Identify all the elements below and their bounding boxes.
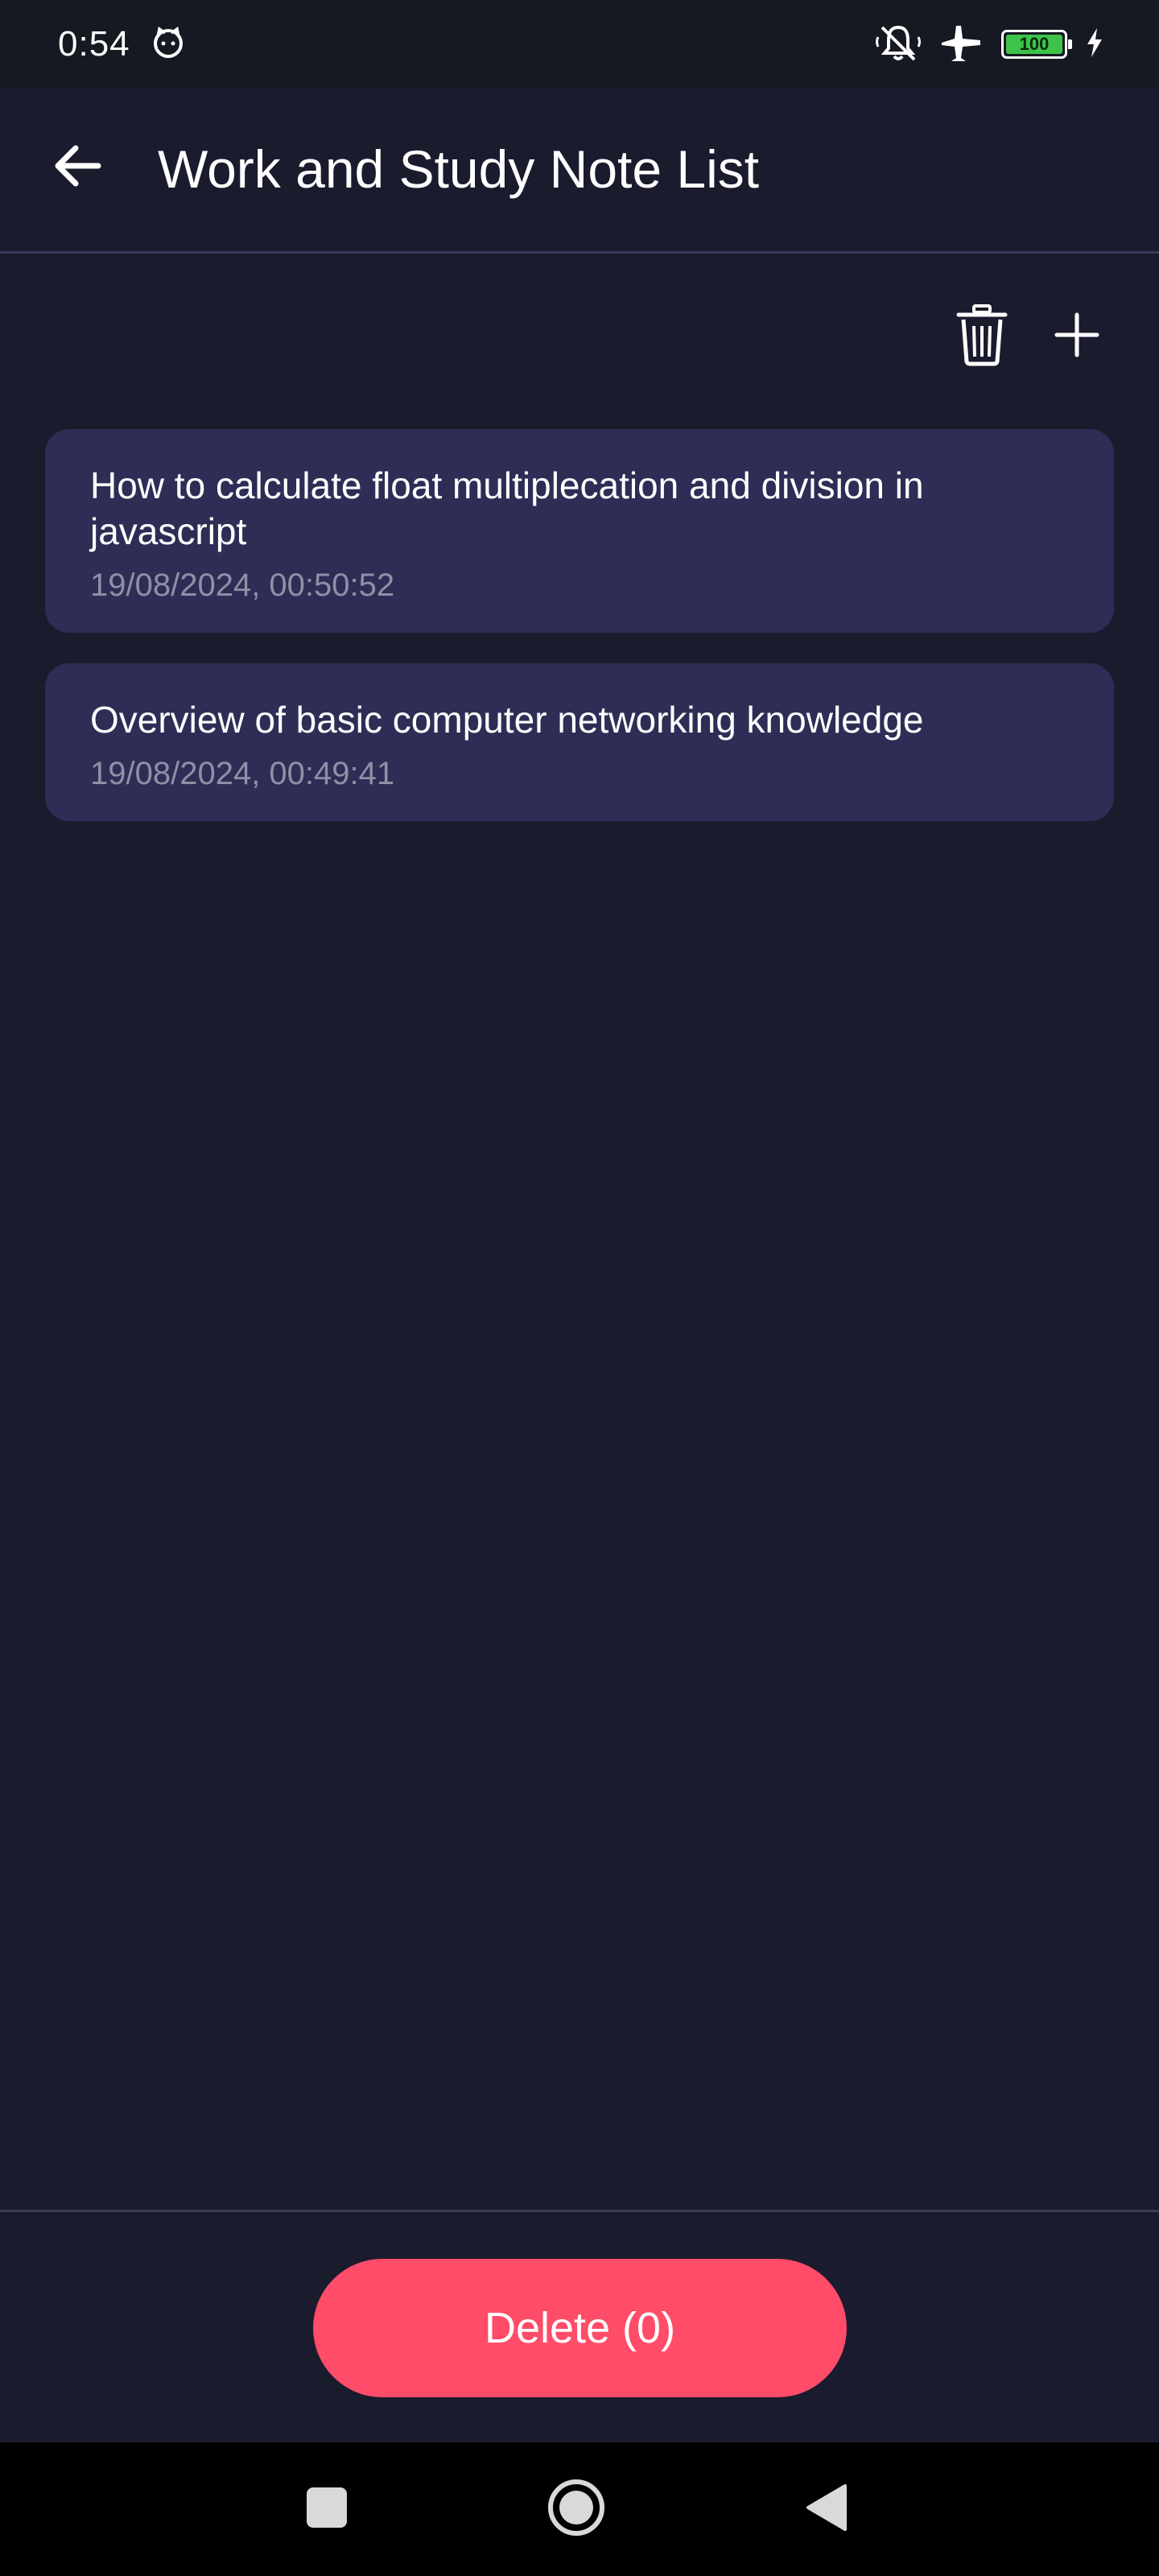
note-title: How to calculate float multiplecation an… [90,464,924,552]
app-bar: Work and Study Note List [0,89,1159,254]
note-timestamp: 19/08/2024, 00:50:52 [90,568,395,603]
battery-icon: 100 [1001,30,1072,59]
note-card[interactable]: Overview of basic computer networking kn… [45,663,1114,821]
status-left: 0:54 [58,24,185,64]
plus-icon [1054,312,1100,362]
delete-mode-button[interactable] [943,298,1021,375]
nav-back-button[interactable] [786,2469,866,2549]
note-timestamp: 19/08/2024, 00:49:41 [90,756,395,791]
status-time: 0:54 [58,24,130,64]
airplane-icon [938,23,984,67]
home-circle-icon [547,2479,605,2541]
status-bar: 0:54 100 [0,0,1159,89]
status-right: 100 [876,23,1104,67]
recents-button[interactable] [287,2469,367,2549]
charging-bolt-icon [1085,27,1104,63]
back-button[interactable] [47,137,108,198]
note-title: Overview of basic computer networking kn… [90,699,924,741]
cat-face-icon [151,26,185,64]
page-title: Work and Study Note List [158,139,760,199]
bell-off-icon [876,23,921,67]
note-toolbar [0,298,1159,378]
trash-icon [956,303,1008,370]
system-nav-bar [0,2442,1159,2576]
recents-square-icon [305,2486,349,2533]
battery-level: 100 [1006,34,1062,54]
add-note-button[interactable] [1038,298,1116,375]
bottom-divider [0,2210,1159,2212]
delete-button[interactable]: Delete (0) [313,2259,847,2397]
back-triangle-icon [803,2483,848,2537]
note-card[interactable]: How to calculate float multiplecation an… [45,429,1114,633]
home-button[interactable] [536,2469,617,2549]
note-list: How to calculate float multiplecation an… [45,429,1114,852]
back-arrow-icon [52,140,103,196]
